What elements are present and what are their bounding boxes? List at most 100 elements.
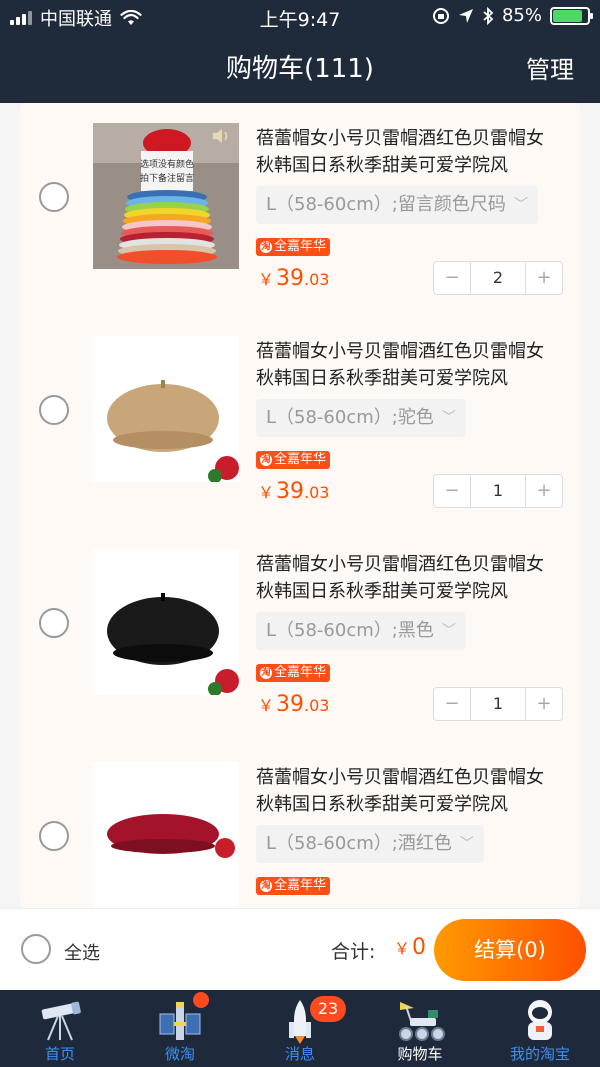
- promo-badge-label: 全嘉年华: [274, 665, 327, 680]
- checkout-button[interactable]: 结算(0): [434, 919, 586, 981]
- item-sku-selector[interactable]: L（58-60cm）;驼色 ﹀: [256, 399, 466, 437]
- tab-weitao[interactable]: 微淘: [120, 990, 240, 1067]
- item-price: ￥ 39 .03: [258, 266, 329, 291]
- item-sku-label: L（58-60cm）;留言颜色尺码: [266, 194, 506, 215]
- total-value: 0: [412, 935, 427, 960]
- total-label: 合计:: [331, 941, 376, 963]
- item-checkbox[interactable]: [39, 395, 69, 425]
- promo-badge: 淘 全嘉年华: [256, 664, 331, 682]
- quantity-value[interactable]: 1: [470, 475, 526, 507]
- messages-count-badge: 23: [310, 996, 346, 1022]
- item-thumbnail[interactable]: 选项没有颜色 拍下备注留言: [93, 123, 239, 269]
- price-integer: 39: [276, 266, 305, 291]
- astronaut-icon: [528, 1000, 552, 1040]
- sound-icon: [213, 129, 228, 143]
- beret-image: [93, 549, 239, 695]
- price-integer: 39: [276, 692, 305, 717]
- quantity-stepper: − 1 +: [433, 474, 563, 508]
- item-thumbnail[interactable]: [93, 762, 239, 908]
- tab-my-taobao[interactable]: 我的淘宝: [480, 990, 600, 1067]
- promo-badge-label: 全嘉年华: [274, 878, 327, 893]
- item-thumbnail[interactable]: [93, 549, 239, 695]
- total-currency: ￥: [394, 939, 411, 958]
- promo-badge-label: 全嘉年华: [274, 452, 327, 467]
- telescope-icon: [41, 1001, 81, 1041]
- item-thumbnail[interactable]: [93, 336, 239, 482]
- battery-percent: 85%: [501, 5, 542, 26]
- quantity-value[interactable]: 2: [470, 262, 526, 294]
- location-icon: [458, 8, 473, 23]
- status-bar: 中国联通 上午9:47 85%: [0, 0, 600, 34]
- increase-button[interactable]: +: [526, 475, 562, 507]
- svg-text:拍下备注留言: 拍下备注留言: [140, 172, 194, 184]
- tab-cart[interactable]: 购物车: [360, 990, 480, 1067]
- item-sku-label: L（58-60cm）;驼色: [266, 407, 434, 428]
- battery-icon: [550, 6, 593, 25]
- select-all-checkbox[interactable]: [21, 934, 51, 964]
- increase-button[interactable]: +: [526, 688, 562, 720]
- quantity-stepper: − 2 +: [433, 261, 563, 295]
- bluetooth-icon: [483, 6, 494, 25]
- select-all-label[interactable]: 全选: [64, 939, 100, 965]
- cart-item: 选项没有颜色 拍下备注留言 蓓蕾帽女小号贝雷帽酒红色贝雷帽女秋韩国日系秋季甜美可…: [20, 103, 580, 316]
- price-integer: 39: [276, 479, 305, 504]
- status-right: 85%: [432, 5, 593, 26]
- tab-label: 购物车: [397, 1045, 443, 1063]
- price-decimal: .03: [304, 270, 330, 289]
- price-currency: ￥: [258, 270, 275, 289]
- item-checkbox[interactable]: [39, 182, 69, 212]
- promo-mark-icon: 淘: [260, 667, 272, 679]
- item-sku-selector[interactable]: L（58-60cm）;留言颜色尺码 ﹀: [256, 186, 538, 224]
- cart-list[interactable]: 选项没有颜色 拍下备注留言 蓓蕾帽女小号贝雷帽酒红色贝雷帽女秋韩国日系秋季甜美可…: [0, 103, 600, 908]
- item-sku-selector[interactable]: L（58-60cm）;黑色 ﹀: [256, 612, 466, 650]
- item-checkbox[interactable]: [39, 821, 69, 851]
- quantity-value[interactable]: 1: [470, 688, 526, 720]
- chevron-down-icon: ﹀: [513, 197, 528, 213]
- chevron-down-icon: ﹀: [459, 836, 474, 852]
- price-decimal: .03: [304, 483, 330, 502]
- quantity-stepper: − 1 +: [433, 687, 563, 721]
- item-sku-label: L（58-60cm）;酒红色: [266, 833, 452, 854]
- orientation-lock-icon: [432, 7, 449, 24]
- tab-label: 微淘: [164, 1045, 195, 1063]
- promo-mark-icon: 淘: [260, 241, 272, 253]
- svg-text:选项没有颜色: 选项没有颜色: [140, 158, 194, 170]
- item-price: ￥ 39 .03: [258, 692, 329, 717]
- item-sku-label: L（58-60cm）;黑色: [266, 620, 434, 641]
- price-currency: ￥: [258, 483, 275, 502]
- decrease-button[interactable]: −: [434, 475, 470, 507]
- top-header: 中国联通 上午9:47 85% 购物车(111) 管理: [0, 0, 600, 103]
- battery-level: [553, 9, 582, 22]
- tab-bar: 首页 微淘 消息 购物车 我的淘宝: [0, 990, 600, 1067]
- checkout-bar: 全选 合计: ￥ 0 结算(0): [0, 908, 600, 990]
- weitao-unread-dot: [193, 992, 209, 1008]
- promo-badge: 淘 全嘉年华: [256, 238, 331, 256]
- item-title[interactable]: 蓓蕾帽女小号贝雷帽酒红色贝雷帽女秋韩国日系秋季甜美可爱学院风: [256, 338, 556, 392]
- item-price: ￥ 39 .03: [258, 479, 329, 504]
- increase-button[interactable]: +: [526, 262, 562, 294]
- promo-badge: 淘 全嘉年华: [256, 877, 331, 895]
- beret-image: [93, 336, 239, 482]
- item-sku-selector[interactable]: L（58-60cm）;酒红色 ﹀: [256, 825, 484, 863]
- item-checkbox[interactable]: [39, 608, 69, 638]
- cart-store-group: 选项没有颜色 拍下备注留言 蓓蕾帽女小号贝雷帽酒红色贝雷帽女秋韩国日系秋季甜美可…: [20, 103, 580, 908]
- item-title[interactable]: 蓓蕾帽女小号贝雷帽酒红色贝雷帽女秋韩国日系秋季甜美可爱学院风: [256, 764, 556, 818]
- item-title[interactable]: 蓓蕾帽女小号贝雷帽酒红色贝雷帽女秋韩国日系秋季甜美可爱学院风: [256, 551, 556, 605]
- rover-icon: [399, 1002, 445, 1041]
- cart-item: 蓓蕾帽女小号贝雷帽酒红色贝雷帽女秋韩国日系秋季甜美可爱学院风 L（58-60cm…: [20, 316, 580, 529]
- decrease-button[interactable]: −: [434, 262, 470, 294]
- promo-badge: 淘 全嘉年华: [256, 451, 331, 469]
- manage-button[interactable]: 管理: [526, 50, 574, 85]
- item-title[interactable]: 蓓蕾帽女小号贝雷帽酒红色贝雷帽女秋韩国日系秋季甜美可爱学院风: [256, 125, 556, 179]
- chevron-down-icon: ﹀: [441, 623, 456, 639]
- promo-mark-icon: 淘: [260, 880, 272, 892]
- total-amount: ￥ 0: [394, 935, 426, 960]
- tab-label: 消息: [284, 1045, 315, 1063]
- cart-item: 蓓蕾帽女小号贝雷帽酒红色贝雷帽女秋韩国日系秋季甜美可爱学院风 L（58-60cm…: [20, 529, 580, 742]
- price-decimal: .03: [304, 696, 330, 715]
- tab-label: 首页: [44, 1045, 75, 1063]
- decrease-button[interactable]: −: [434, 688, 470, 720]
- promo-mark-icon: 淘: [260, 454, 272, 466]
- cart-item: 蓓蕾帽女小号贝雷帽酒红色贝雷帽女秋韩国日系秋季甜美可爱学院风 L（58-60cm…: [20, 742, 580, 908]
- tab-home[interactable]: 首页: [0, 990, 120, 1067]
